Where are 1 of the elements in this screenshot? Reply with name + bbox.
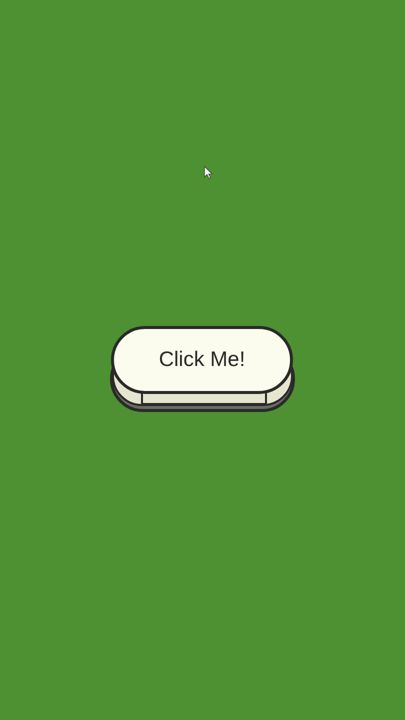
cursor-icon — [204, 166, 213, 179]
